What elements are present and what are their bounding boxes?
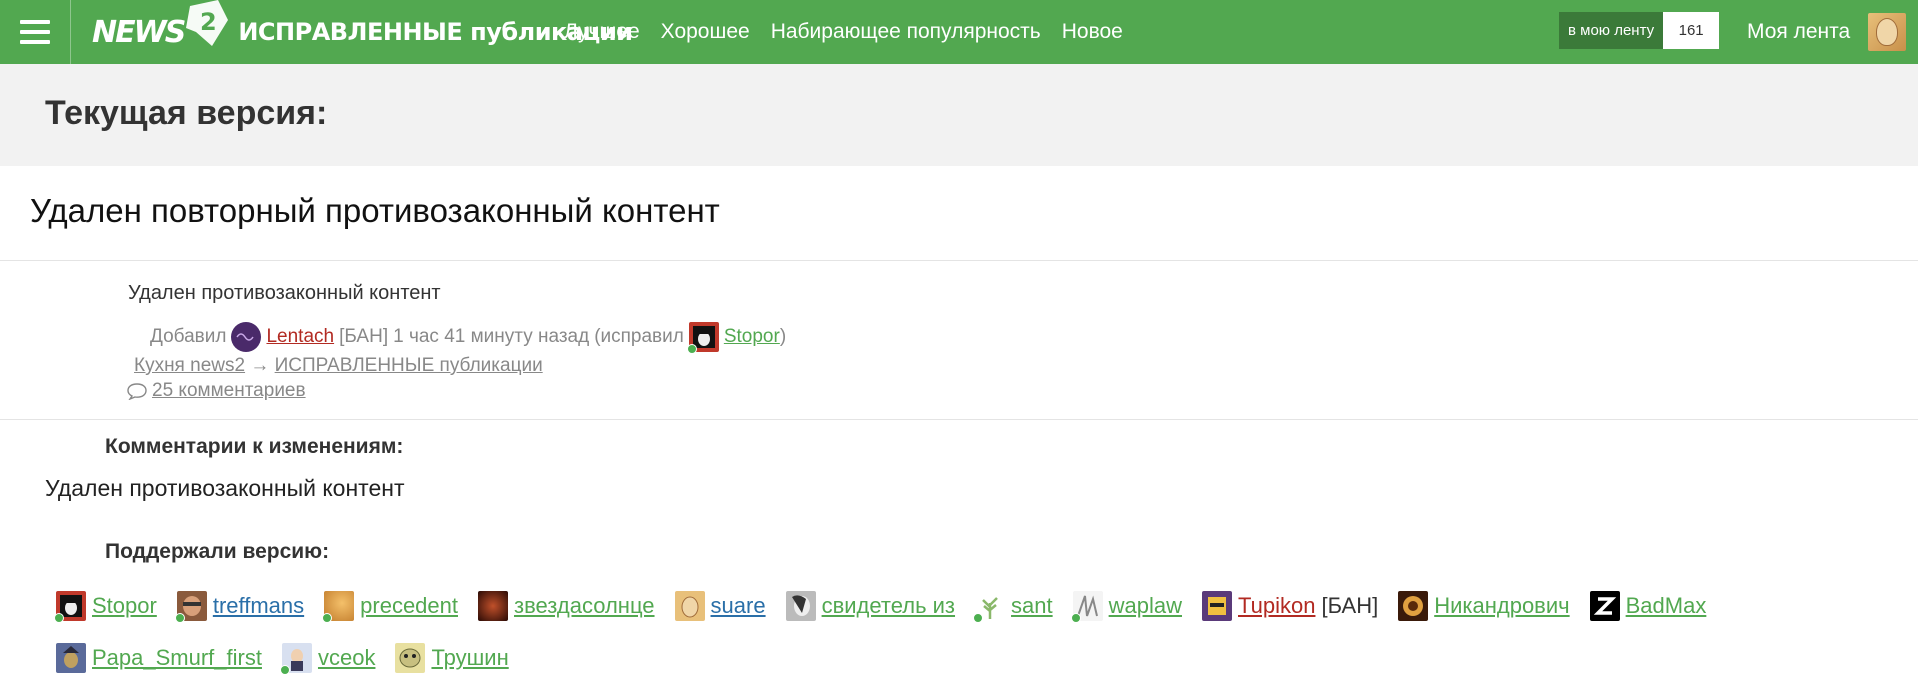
z-letter-icon <box>1593 597 1616 615</box>
supporter-link[interactable]: sant <box>1011 593 1053 619</box>
added-by-label: Добавил <box>150 326 227 347</box>
supporter-item[interactable]: Papa_Smurf_first <box>56 643 262 673</box>
supporter-avatar <box>279 643 312 675</box>
change-comments-label: Комментарии к изменениям: <box>105 435 404 458</box>
breadcrumb-target[interactable]: ИСПРАВЛЕННЫЕ публикации <box>275 355 543 376</box>
supporter-avatar <box>174 591 207 623</box>
top-navigation-bar: NEWS 2 ИСПРАВЛЕННЫЕ публикации Лучшее Хо… <box>0 0 1918 64</box>
site-logo[interactable]: NEWS 2 ИСПРАВЛЕННЫЕ публикации <box>92 0 633 58</box>
page-title: Текущая версия: <box>45 94 328 132</box>
supporter-item[interactable]: vceok <box>279 643 375 675</box>
my-feed-link[interactable]: Моя лента <box>1747 0 1850 64</box>
supporters-row: Stopor treffmans precedent звездасолнце … <box>54 591 1876 623</box>
editor-avatar[interactable] <box>686 322 719 354</box>
nav-new[interactable]: Новое <box>1062 20 1123 44</box>
meta-close-paren: ) <box>779 326 787 347</box>
speech-bubble-icon <box>127 383 147 400</box>
main-nav: Лучшее Хорошее Набирающее популярность Н… <box>564 0 1123 64</box>
author-avatar[interactable] <box>231 322 262 352</box>
online-indicator <box>686 344 697 354</box>
supporter-item[interactable]: звездасолнце <box>478 591 655 621</box>
supporter-link[interactable]: precedent <box>360 593 458 619</box>
avatar-face-icon <box>1876 18 1898 46</box>
supporter-item[interactable]: Трушин <box>395 643 509 673</box>
nav-good[interactable]: Хорошее <box>661 20 750 44</box>
supporter-avatar <box>54 591 86 623</box>
supporter-item[interactable]: свидетель из <box>785 591 955 621</box>
supporter-avatar <box>674 591 705 621</box>
supporter-link[interactable]: waplaw <box>1109 593 1182 619</box>
editor-link[interactable]: Stopor <box>724 326 780 348</box>
fixed-by-label: (исправил <box>594 326 684 347</box>
feed-count-badge: 161 <box>1663 12 1720 49</box>
article-title: Удален повторный противозаконный контент <box>30 192 720 229</box>
breadcrumb-source[interactable]: Кухня news2 <box>134 355 245 376</box>
article-meta: Добавил Lentach [БАН] 1 час 41 минуту на… <box>150 322 787 354</box>
divider <box>0 419 1918 420</box>
breadcrumb-arrow: → <box>250 355 270 376</box>
supporter-avatar <box>478 591 508 621</box>
author-ban-badge: [БАН] <box>339 326 389 347</box>
supporter-item[interactable]: Tupikon [БАН] <box>1202 591 1378 621</box>
supporter-item[interactable]: treffmans <box>174 591 304 623</box>
supporter-avatar <box>395 643 426 673</box>
supporter-avatar <box>322 591 355 623</box>
add-to-feed-button[interactable]: в мою ленту 161 <box>1559 12 1720 49</box>
logo-two-icon: 2 <box>186 0 229 46</box>
change-comments-text: Удален противозаконный контент <box>45 475 405 501</box>
article-excerpt: Удален противозаконный контент <box>128 282 441 304</box>
divider <box>0 260 1918 261</box>
logo-text: NEWS <box>92 14 186 50</box>
nav-trending[interactable]: Набирающее популярность <box>771 20 1041 44</box>
supporter-link[interactable]: Papa_Smurf_first <box>92 645 262 671</box>
version-header: Текущая версия: <box>0 64 1918 166</box>
supporter-item[interactable]: Stopor <box>54 591 157 623</box>
supporter-item[interactable]: precedent <box>322 591 458 623</box>
supporters-row: Papa_Smurf_first vceok Трушин <box>56 643 1876 675</box>
supporter-link[interactable]: Stopor <box>92 593 157 619</box>
author-link[interactable]: Lentach <box>266 326 334 348</box>
breadcrumb: Кухня news2 → ИСПРАВЛЕННЫЕ публикации <box>134 355 543 377</box>
timestamp: 1 час 41 минуту назад <box>393 326 590 347</box>
supporter-link[interactable]: звездасолнце <box>514 593 655 619</box>
ban-badge: [БАН] <box>1321 593 1379 618</box>
supporter-link[interactable]: vceok <box>318 645 375 671</box>
menu-button[interactable] <box>0 0 71 64</box>
supporter-avatar <box>1398 591 1429 621</box>
comments-link[interactable]: 25 комментариев <box>152 380 306 402</box>
supporters-label: Поддержали версию: <box>105 540 330 563</box>
supporter-link[interactable]: Трушин <box>431 645 508 671</box>
supporter-item[interactable]: suare <box>674 591 766 621</box>
supporter-item[interactable]: Никандрович <box>1398 591 1570 621</box>
supporter-avatar <box>785 591 816 621</box>
supporter-link[interactable]: свидетель из <box>822 593 955 619</box>
supporter-avatar <box>1070 591 1103 623</box>
comments-row: 25 комментариев <box>127 380 306 402</box>
supporter-avatar <box>1589 591 1620 621</box>
supporters-list: Stopor treffmans precedent звездасолнце … <box>54 591 1876 695</box>
supporter-link[interactable]: BadMax <box>1626 593 1707 619</box>
lentach-logo-icon <box>236 333 255 341</box>
hamburger-icon <box>20 17 50 47</box>
nav-best[interactable]: Лучшее <box>564 20 640 44</box>
supporter-avatar <box>56 643 86 673</box>
user-avatar[interactable] <box>1868 13 1906 51</box>
supporter-avatar <box>1202 591 1232 621</box>
supporter-link[interactable]: Tupikon <box>1238 593 1315 619</box>
supporter-link[interactable]: suare <box>711 593 766 619</box>
supporter-avatar <box>973 591 1006 623</box>
supporter-item[interactable]: waplaw <box>1070 591 1182 623</box>
supporter-link[interactable]: treffmans <box>213 593 304 619</box>
logo-suffix: 2 <box>200 8 217 36</box>
add-to-feed-label: в мою ленту <box>1559 12 1664 49</box>
supporter-item[interactable]: BadMax <box>1589 591 1707 621</box>
supporter-item[interactable]: sant <box>973 591 1053 623</box>
supporter-link[interactable]: Никандрович <box>1434 593 1569 619</box>
